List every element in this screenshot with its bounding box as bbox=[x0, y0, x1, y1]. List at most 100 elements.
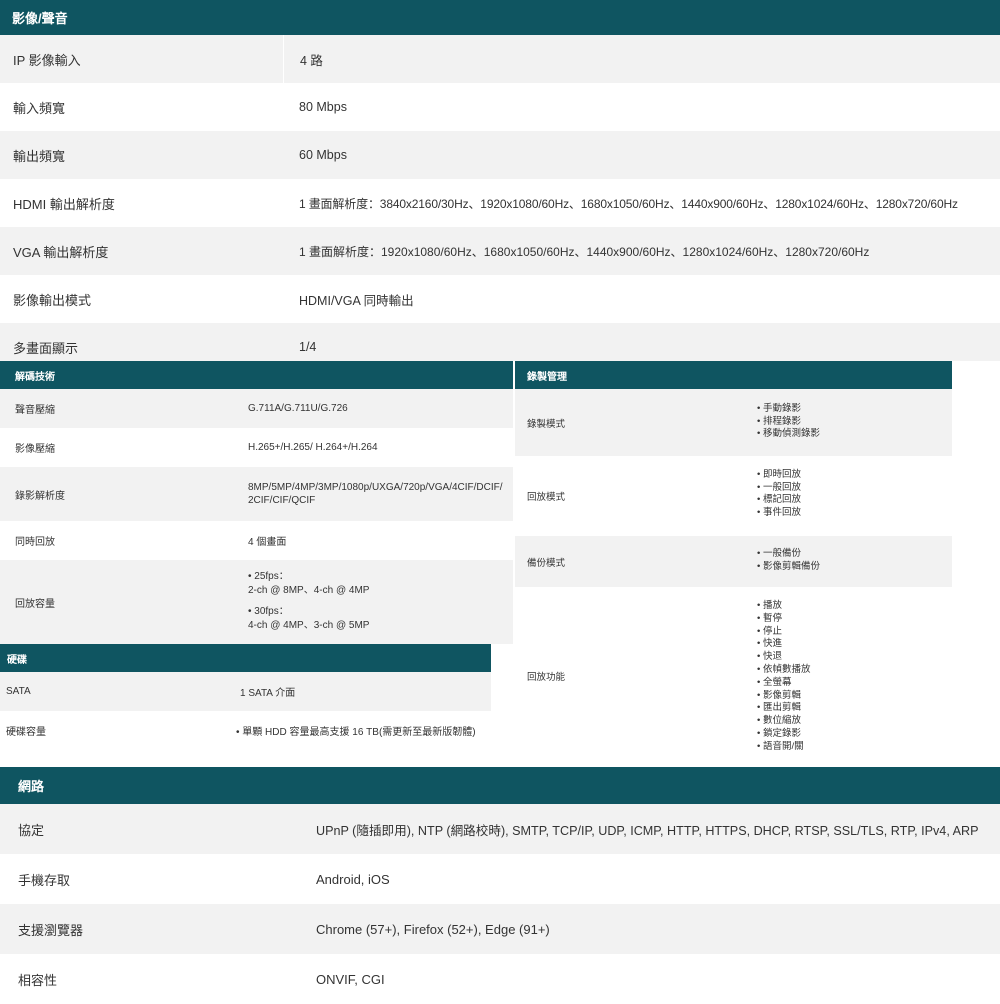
row-value: Chrome (57+), Firefox (52+), Edge (91+) bbox=[316, 921, 550, 937]
table-row: 協定 UPnP (隨插即用), NTP (網路校時), SMTP, TCP/IP… bbox=[0, 804, 1000, 854]
list-item: 即時回放 bbox=[757, 469, 801, 482]
list-item: 依幀數播放 bbox=[757, 664, 811, 677]
row-label: 聲音壓縮 bbox=[15, 405, 55, 416]
row-label: IP 影像輸入 bbox=[13, 52, 81, 68]
row-value: ONVIF, CGI bbox=[316, 971, 385, 987]
list-item: 影像剪輯備份 bbox=[757, 561, 820, 574]
list-item: 匯出剪輯 bbox=[757, 702, 810, 715]
table-row: 回放容量 • 25fps： 2-ch @ 8MP、4-ch @ 4MP • 30… bbox=[0, 560, 513, 644]
list-item: 停止 bbox=[757, 626, 810, 639]
table-row: IP 影像輸入 4 路 bbox=[0, 35, 1000, 83]
table-row: 聲音壓縮 G.711A/G.711U/G.726 bbox=[0, 389, 513, 428]
disk-table: SATA 1 SATA 介面 硬碟容量 • 單顆 HDD 容量最高支援 16 T… bbox=[0, 672, 491, 750]
table-row: 同時回放 4 個畫面 bbox=[0, 521, 513, 560]
record-title: 錄製管理 bbox=[527, 371, 567, 383]
av-header: 影像/聲音 bbox=[0, 0, 1000, 35]
playback-mode-list: 即時回放 一般回放 標記回放 事件回放 bbox=[757, 456, 801, 536]
row-value: 80 Mbps bbox=[299, 100, 347, 114]
row-value: 1 畫面解析度：1920x1080/60Hz、1680x1050/60Hz、14… bbox=[299, 244, 870, 259]
row-label: SATA bbox=[6, 686, 31, 697]
row-label: 協定 bbox=[18, 822, 45, 838]
table-row: SATA 1 SATA 介面 bbox=[0, 672, 491, 711]
table-row: 回放模式 即時回放 一般回放 標記回放 事件回放 bbox=[515, 456, 952, 536]
row-value: H.265+/H.265/ H.264+/H.264 bbox=[248, 442, 378, 453]
list-item: 一般回放 bbox=[757, 482, 801, 495]
list-item: 語音開/關 bbox=[757, 741, 810, 754]
list-item: 播放 bbox=[757, 600, 810, 613]
table-row: 多畫面顯示 1/4 bbox=[0, 323, 1000, 361]
row-label: 相容性 bbox=[18, 972, 58, 988]
row-label: 影像壓縮 bbox=[15, 444, 55, 455]
list-item: 事件回放 bbox=[757, 507, 801, 520]
list-item: 一般備份 bbox=[757, 548, 820, 561]
record-table: 錄製模式 手動錄影 排程錄影 移動偵測錄影 回放模式 即時回放 一般回放 標記回… bbox=[515, 389, 952, 765]
network-header: 網路 bbox=[0, 767, 1000, 804]
row-value: UPnP (隨插即用), NTP (網路校時), SMTP, TCP/IP, U… bbox=[316, 823, 979, 838]
row-value: • 25fps： 2-ch @ 8MP、4-ch @ 4MP • 30fps： … bbox=[234, 560, 369, 644]
list-item: 標記回放 bbox=[757, 494, 801, 507]
network-table: 協定 UPnP (隨插即用), NTP (網路校時), SMTP, TCP/IP… bbox=[0, 804, 1000, 1004]
playback-capacity-line: • 30fps： bbox=[248, 606, 289, 617]
row-value: 8MP/5MP/4MP/3MP/1080p/UXGA/720p/VGA/4CIF… bbox=[248, 482, 503, 506]
playback-function-list: 播放 暫停 停止 快進 快退 依幀數播放 全螢幕 影像剪輯 匯出剪輯 數位縮放 … bbox=[757, 587, 811, 765]
row-label: 輸入頻寬 bbox=[13, 100, 66, 116]
list-item: 數位縮放 bbox=[757, 715, 810, 728]
av-title: 影像/聲音 bbox=[12, 11, 68, 26]
list-item: 鎖定錄影 bbox=[757, 728, 810, 741]
row-label: HDMI 輸出解析度 bbox=[13, 196, 115, 212]
row-value: • 單顆 HDD 容量最高支援 16 TB(需更新至最新版韌體) bbox=[236, 727, 476, 738]
row-label: 輸出頻寬 bbox=[13, 148, 66, 164]
table-row: 影像輸出模式 HDMI/VGA 同時輸出 bbox=[0, 275, 1000, 323]
decode-header: 解碼技術 bbox=[0, 361, 513, 389]
list-item: 排程錄影 bbox=[757, 416, 820, 429]
backup-mode-list: 一般備份 影像剪輯備份 bbox=[757, 536, 820, 587]
disk-header: 硬碟 bbox=[0, 644, 491, 672]
table-row: 錄製模式 手動錄影 排程錄影 移動偵測錄影 bbox=[515, 389, 952, 456]
row-label: 支援瀏覽器 bbox=[18, 922, 84, 938]
row-label: 錄影解析度 bbox=[15, 490, 65, 502]
playback-capacity-line: 2-ch @ 8MP、4-ch @ 4MP bbox=[248, 584, 370, 596]
list-item: 全螢幕 bbox=[757, 677, 810, 690]
row-label: 影像輸出模式 bbox=[13, 292, 92, 308]
disk-title: 硬碟 bbox=[7, 654, 27, 666]
av-table: IP 影像輸入 4 路 輸入頻寬 80 Mbps 輸出頻寬 60 Mbps HD… bbox=[0, 35, 1000, 361]
list-item: 快進 bbox=[757, 638, 810, 651]
row-label: 同時回放 bbox=[15, 537, 55, 548]
row-label: VGA 輸出解析度 bbox=[13, 244, 109, 260]
row-value: 1 SATA 介面 bbox=[240, 688, 296, 699]
row-value: 4 路 bbox=[283, 35, 323, 83]
decode-table: 聲音壓縮 G.711A/G.711U/G.726 影像壓縮 H.265+/H.2… bbox=[0, 389, 513, 644]
playback-capacity-line: • 25fps： bbox=[248, 571, 289, 582]
row-value: Android, iOS bbox=[316, 871, 390, 887]
decode-title: 解碼技術 bbox=[15, 371, 55, 383]
table-row: 錄影解析度 8MP/5MP/4MP/3MP/1080p/UXGA/720p/VG… bbox=[0, 467, 513, 521]
network-title: 網路 bbox=[18, 779, 45, 794]
row-value: 4 個畫面 bbox=[248, 537, 287, 548]
table-row: 輸出頻寬 60 Mbps bbox=[0, 131, 1000, 179]
list-item: 快退 bbox=[757, 651, 810, 664]
table-row: 回放功能 播放 暫停 停止 快進 快退 依幀數播放 全螢幕 影像剪輯 匯出剪輯 … bbox=[515, 587, 952, 765]
list-item: 影像剪輯 bbox=[757, 690, 810, 703]
row-label: 回放功能 bbox=[527, 672, 566, 683]
row-label: 備份模式 bbox=[527, 557, 566, 569]
record-header: 錄製管理 bbox=[515, 361, 952, 389]
record-mode-list: 手動錄影 排程錄影 移動偵測錄影 bbox=[757, 389, 820, 456]
list-item: 移動偵測錄影 bbox=[757, 428, 820, 441]
row-label: 回放模式 bbox=[527, 492, 566, 503]
row-label: 硬碟容量 bbox=[6, 727, 46, 738]
row-label: 多畫面顯示 bbox=[13, 340, 79, 356]
table-row: 硬碟容量 • 單顆 HDD 容量最高支援 16 TB(需更新至最新版韌體) bbox=[0, 711, 491, 750]
row-value: G.711A/G.711U/G.726 bbox=[248, 403, 348, 414]
row-label: 手機存取 bbox=[18, 872, 71, 888]
playback-capacity-line: 4-ch @ 4MP、3-ch @ 5MP bbox=[248, 619, 370, 631]
table-row: 支援瀏覽器 Chrome (57+), Firefox (52+), Edge … bbox=[0, 904, 1000, 954]
table-row: VGA 輸出解析度 1 畫面解析度：1920x1080/60Hz、1680x10… bbox=[0, 227, 1000, 275]
row-value: HDMI/VGA 同時輸出 bbox=[299, 293, 414, 308]
row-value: 60 Mbps bbox=[299, 148, 347, 162]
table-row: HDMI 輸出解析度 1 畫面解析度：3840x2160/30Hz、1920x1… bbox=[0, 179, 1000, 227]
list-item: 手動錄影 bbox=[757, 403, 820, 416]
row-value: 1/4 bbox=[299, 340, 317, 354]
list-item: 暫停 bbox=[757, 613, 810, 626]
table-row: 影像壓縮 H.265+/H.265/ H.264+/H.264 bbox=[0, 428, 513, 467]
